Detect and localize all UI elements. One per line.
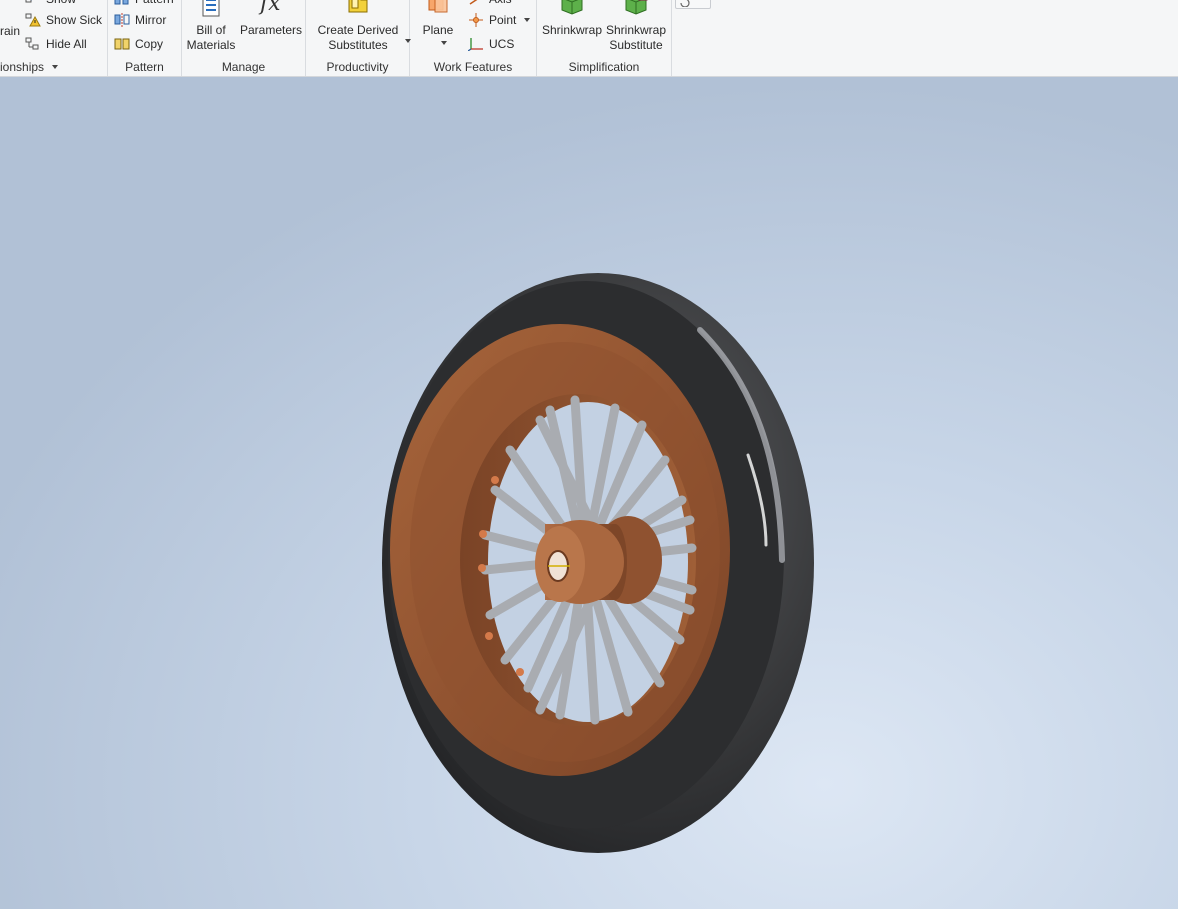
relationships-panel-title[interactable]: ionships	[0, 60, 107, 74]
work-features-panel: Plane Axis Point UCS Work Features	[410, 0, 537, 76]
plane-icon	[428, 0, 448, 13]
mirror-icon	[114, 13, 130, 27]
shrinkwrap-label: Shrinkwrap	[541, 23, 603, 37]
dropdown-arrow-icon	[52, 65, 59, 69]
shrinkwrap-icon	[561, 0, 583, 15]
axis-label: Axis	[489, 0, 512, 9]
parameters-fx-icon: fx	[258, 0, 281, 16]
shrinkwrap-substitute-label-line2: Substitute	[609, 38, 663, 52]
pattern-panel-title: Pattern	[125, 60, 164, 74]
create-derived-substitutes-button[interactable]: Create Derived Substitutes	[312, 0, 411, 56]
plane-button[interactable]: Plane	[416, 0, 460, 56]
ucs-label: UCS	[489, 37, 515, 51]
parameters-button[interactable]: fx Parameters	[240, 0, 302, 56]
svg-text:fx: fx	[258, 0, 281, 16]
productivity-panel: Create Derived Substitutes Productivity	[306, 0, 411, 76]
bill-of-materials-button[interactable]: Bill of Materials	[184, 0, 238, 56]
wheel-assembly-model[interactable]	[0, 77, 1178, 909]
productivity-panel-title: Productivity	[326, 60, 389, 74]
show-sick-label: Show Sick	[46, 13, 103, 27]
ribbon-toolbar: rain Show Show Sick Hide All ionships Pa…	[0, 0, 1178, 77]
copy-label: Copy	[135, 37, 164, 51]
pattern-label: Pattern	[135, 0, 174, 9]
show-label: Show	[46, 0, 76, 9]
copy-icon	[114, 38, 130, 50]
manage-panel-title: Manage	[221, 60, 266, 74]
mirror-label: Mirror	[135, 13, 167, 27]
hide-all-icon	[25, 37, 39, 50]
create-derived-substitutes-icon	[348, 0, 368, 13]
relationships-panel: rain Show Show Sick Hide All ionships	[0, 0, 108, 76]
hub[interactable]	[535, 516, 662, 604]
point-label: Point	[489, 13, 517, 27]
constrain-label: rain	[0, 24, 21, 38]
show-icon	[25, 0, 32, 3]
hide-all-label: Hide All	[46, 37, 87, 51]
bom-label-line2: Materials	[186, 38, 236, 52]
derived-label-line1: Create Derived	[317, 23, 399, 37]
axis-icon	[469, 0, 478, 5]
pattern-panel: Pattern Mirror Copy Pattern	[108, 0, 182, 76]
point-dropdown-arrow-icon	[524, 18, 530, 22]
ribbon-overflow-button[interactable]	[675, 0, 711, 9]
bill-of-materials-icon	[202, 0, 220, 17]
graphics-viewport[interactable]	[0, 77, 1178, 909]
derived-label-line2: Substitutes	[328, 38, 388, 52]
shrinkwrap-substitute-button[interactable]: Shrinkwrap Substitute	[605, 0, 667, 56]
shrinkwrap-substitute-icon	[625, 0, 648, 15]
pattern-icon	[114, 0, 129, 5]
show-sick-icon	[25, 13, 41, 27]
refresh-icon	[680, 0, 690, 7]
simplification-panel: Shrinkwrap Shrinkwrap Substitute Simplif…	[537, 0, 672, 76]
manage-panel: Bill of Materials fx Parameters Manage	[182, 0, 306, 76]
plane-dropdown-arrow-icon	[441, 41, 447, 45]
plane-label: Plane	[422, 23, 454, 37]
work-features-panel-title: Work Features	[433, 60, 513, 74]
parameters-label: Parameters	[240, 23, 303, 37]
ucs-icon	[468, 38, 483, 51]
simplification-panel-title: Simplification	[568, 60, 640, 74]
shrinkwrap-substitute-label-line1: Shrinkwrap	[605, 23, 667, 37]
point-icon	[469, 13, 483, 27]
shrinkwrap-button[interactable]: Shrinkwrap	[539, 0, 605, 56]
bom-label-line1: Bill of	[196, 23, 226, 37]
